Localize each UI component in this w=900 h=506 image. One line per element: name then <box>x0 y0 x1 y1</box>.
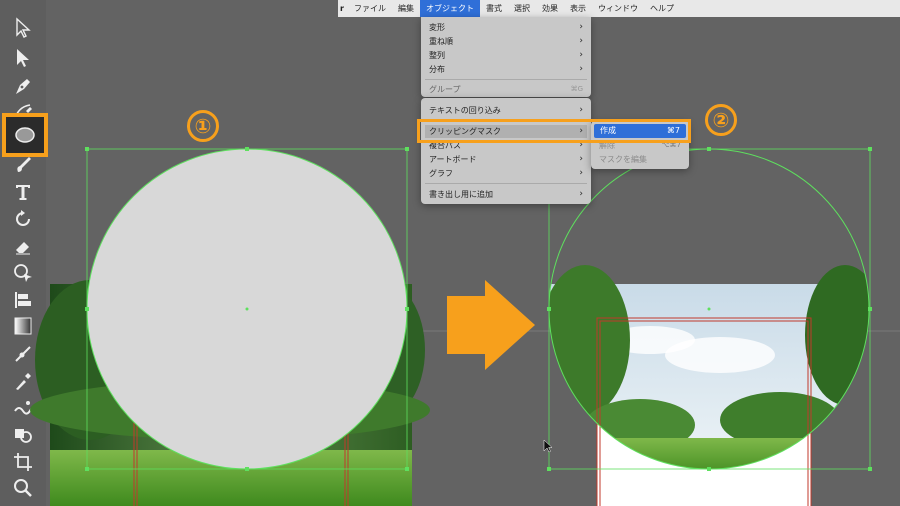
object-menu-top: 変形 › 重ね順 › 整列 › 分布 › グループ ⌘G <box>421 17 591 97</box>
menu-item-artboards[interactable]: アートボード › <box>429 153 583 166</box>
menu-item-align[interactable]: 整列 › <box>429 49 583 62</box>
menu-select[interactable]: 選択 <box>508 0 536 17</box>
menu-item-graph[interactable]: グラフ › <box>429 167 583 180</box>
mouse-cursor-icon <box>543 439 553 453</box>
menu-separator <box>425 183 587 184</box>
menu-edit[interactable]: 編集 <box>392 0 420 17</box>
clipped-forest-photo <box>549 265 869 469</box>
object-menu: テキストの回り込み › クリッピングマスク › 複合パス › アートボード › グラフ ›… <box>421 98 591 204</box>
menu-item-arrange[interactable]: 重ね順 › <box>429 35 583 48</box>
step-one-badge: ① <box>187 110 219 142</box>
menubar: r ファイル 編集 オブジェクト 書式 選択 効果 表示 ウィンドウ ヘルプ <box>338 0 900 17</box>
right-arrow-icon <box>447 280 535 370</box>
clipping-mask-highlight <box>417 119 691 143</box>
app-menu[interactable]: r <box>338 0 348 17</box>
menu-object[interactable]: オブジェクト <box>419 0 480 17</box>
menu-item-group[interactable]: グループ ⌘G <box>429 83 583 96</box>
menu-window[interactable]: ウィンドウ <box>592 0 644 17</box>
menu-item-distribute[interactable]: 分布 › <box>429 63 583 76</box>
menu-file[interactable]: ファイル <box>348 0 392 17</box>
menu-item-add-to-export[interactable]: 書き出し用に追加 › <box>429 188 583 201</box>
menu-effect[interactable]: 効果 <box>536 0 564 17</box>
menu-separator <box>425 79 587 80</box>
menu-item-transform[interactable]: 変形 › <box>429 21 583 34</box>
submenu-item-edit-mask[interactable]: マスクを編集 <box>599 153 681 166</box>
menu-item-text-wrap[interactable]: テキストの回り込み › <box>429 104 583 117</box>
menu-view[interactable]: 表示 <box>564 0 592 17</box>
step-two-badge: ② <box>705 104 737 136</box>
menu-help[interactable]: ヘルプ <box>644 0 680 17</box>
menu-type[interactable]: 書式 <box>480 0 508 17</box>
